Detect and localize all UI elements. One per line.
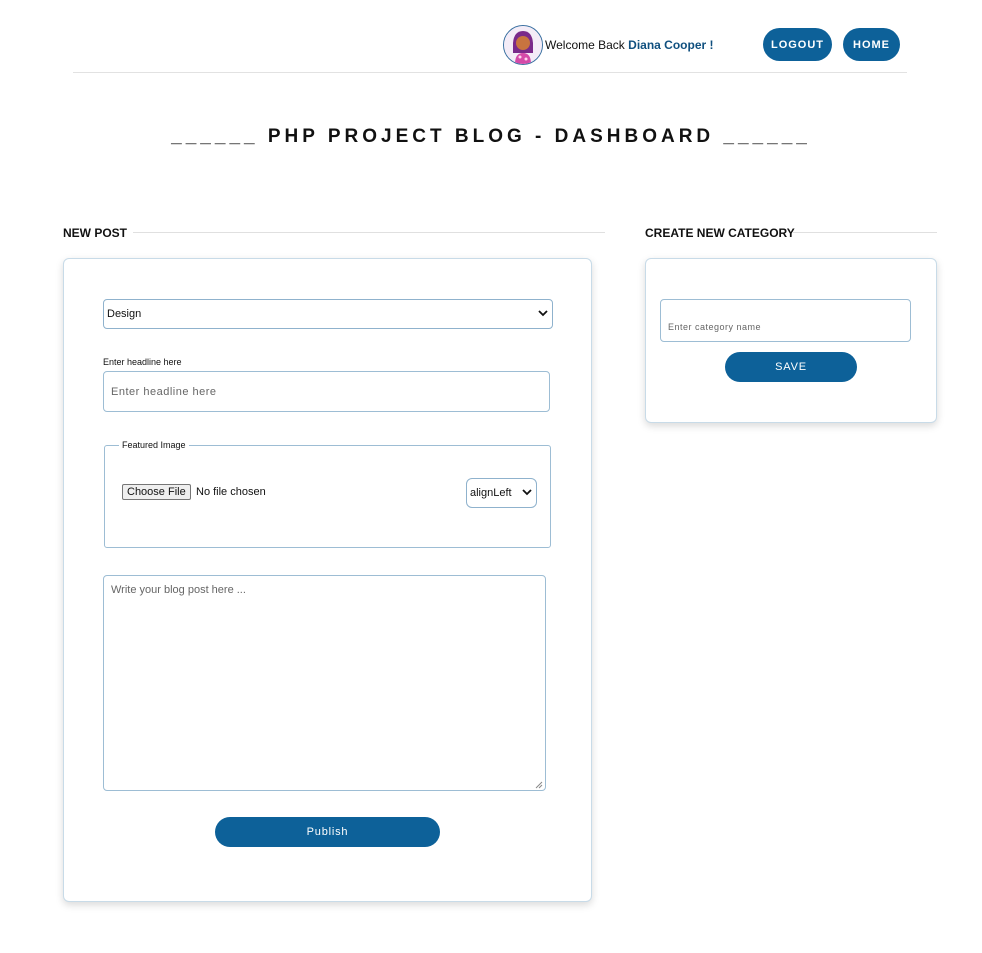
featured-image-legend: Featured Image xyxy=(119,440,189,450)
welcome-message: Welcome Back Diana Cooper ! xyxy=(545,38,714,52)
resize-grip-icon[interactable] xyxy=(535,780,543,789)
category-select[interactable]: Design xyxy=(103,299,553,329)
image-align-select[interactable]: alignLeft xyxy=(466,478,537,508)
post-body-textarea[interactable]: Write your blog post here ... xyxy=(103,575,546,791)
image-align-value: alignLeft xyxy=(470,487,512,499)
section-divider xyxy=(133,232,605,233)
headline-placeholder: Enter headline here xyxy=(111,385,217,398)
headline-input[interactable]: Enter headline here xyxy=(103,371,550,412)
post-body-placeholder: Write your blog post here ... xyxy=(111,584,246,596)
chevron-down-icon xyxy=(538,309,548,319)
file-status-text: No file chosen xyxy=(196,486,266,498)
publish-button[interactable]: Publish xyxy=(215,817,440,847)
page-title: ______ PHP PROJECT BLOG - DASHBOARD ____… xyxy=(171,126,811,147)
create-category-heading: CREATE NEW CATEGORY xyxy=(645,226,795,240)
top-navbar: Welcome Back Diana Cooper ! LOGOUT HOME xyxy=(73,0,907,73)
welcome-text: Welcome Back xyxy=(545,38,625,52)
home-button[interactable]: HOME xyxy=(843,28,900,61)
create-category-card: Enter category name SAVE xyxy=(645,258,937,423)
headline-label: Enter headline here xyxy=(103,357,182,367)
new-post-card: Design Enter headline here Enter headlin… xyxy=(63,258,592,902)
chevron-down-icon xyxy=(522,488,532,498)
user-name: Diana Cooper ! xyxy=(628,38,714,52)
save-category-button[interactable]: SAVE xyxy=(725,352,857,382)
category-select-value: Design xyxy=(107,308,142,320)
new-post-heading: NEW POST xyxy=(63,226,128,240)
logout-button[interactable]: LOGOUT xyxy=(763,28,832,61)
avatar xyxy=(503,25,543,65)
category-name-input[interactable]: Enter category name xyxy=(660,299,911,342)
choose-file-button[interactable]: Choose File xyxy=(122,484,191,500)
section-divider xyxy=(792,232,937,233)
user-avatar-illustration xyxy=(504,26,542,64)
category-name-placeholder: Enter category name xyxy=(668,322,762,332)
